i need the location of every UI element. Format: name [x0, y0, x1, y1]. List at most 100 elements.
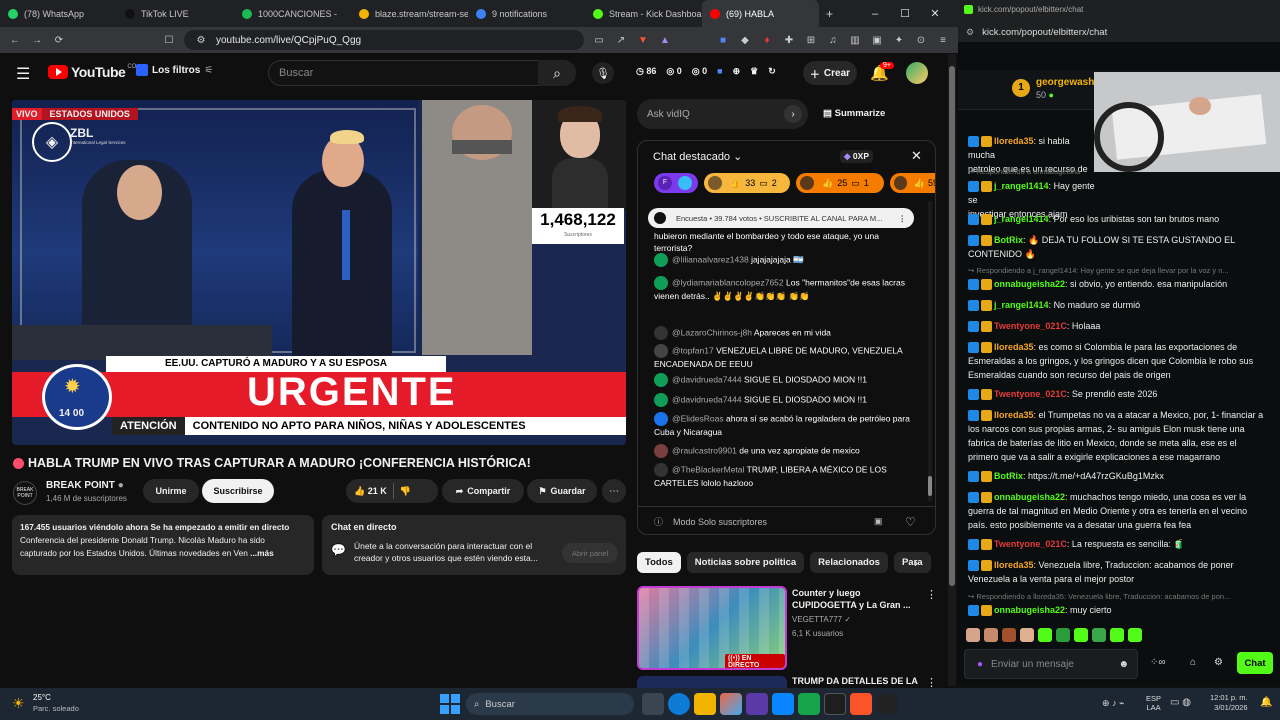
- back-icon[interactable]: ←: [8, 33, 22, 47]
- copilot-icon[interactable]: [720, 693, 742, 715]
- browser-tab[interactable]: blaze.stream/stream-se: [351, 0, 468, 27]
- recommended-title[interactable]: TRUMP DA DETALLES DE LA: [792, 676, 918, 686]
- extension-icon[interactable]: ◆: [738, 33, 752, 47]
- dislike-button[interactable]: 👎: [400, 486, 411, 497]
- superchat-icon[interactable]: ▣: [874, 516, 883, 527]
- show-more-link[interactable]: ...más: [250, 548, 274, 558]
- chat-avatar[interactable]: [654, 253, 668, 267]
- chat-username[interactable]: @lilianaalvarez1438: [672, 254, 749, 264]
- emote-icon[interactable]: [966, 628, 980, 642]
- site-info-icon[interactable]: ⚙: [194, 33, 208, 47]
- wallet-icon[interactable]: ▣: [870, 33, 884, 47]
- kick-settings-icon[interactable]: ⚙: [1214, 657, 1223, 668]
- info-icon[interactable]: ⓘ: [654, 515, 663, 528]
- kick-chat-button[interactable]: Chat: [1237, 652, 1273, 674]
- more-actions-icon[interactable]: ⋯: [602, 479, 626, 503]
- emoji-icon[interactable]: ☻: [1118, 659, 1129, 670]
- close-window-icon[interactable]: ✕: [920, 7, 950, 20]
- obs-icon[interactable]: [876, 693, 898, 715]
- cast-icon[interactable]: ▭: [592, 33, 606, 47]
- video-player[interactable]: 1,468,122 Suscriptores VIVO ESTADOS UNID…: [12, 100, 626, 445]
- kick-mic-icon[interactable]: ●: [977, 659, 983, 670]
- weather-desc[interactable]: Parc. soleado: [33, 704, 79, 713]
- brave-rewards-icon[interactable]: ▲: [658, 33, 672, 47]
- app-icon[interactable]: [772, 693, 794, 715]
- extension-icon[interactable]: ♦: [760, 33, 774, 47]
- emote-icon[interactable]: [1002, 628, 1016, 642]
- vidiq-refresh-icon[interactable]: ↻: [768, 66, 776, 77]
- extensions-puzzle-icon[interactable]: ✚: [782, 33, 796, 47]
- reload-icon[interactable]: ⟳: [52, 33, 66, 47]
- browser-tab[interactable]: Stream - Kick Dashboar: [585, 0, 702, 27]
- emote-icon[interactable]: [1020, 628, 1034, 642]
- chat-scrollbar[interactable]: [928, 201, 932, 501]
- share-icon[interactable]: ↗: [614, 33, 628, 47]
- kick-store-icon[interactable]: ⌂: [1190, 657, 1196, 668]
- extension-icon[interactable]: ⊞: [804, 33, 818, 47]
- poll-banner[interactable]: Encuesta • 39.784 votos • SUSCRIBITE AL …: [648, 208, 914, 228]
- chat-avatar[interactable]: [654, 412, 668, 426]
- kick-username[interactable]: onnabugeisha22: [994, 492, 1065, 502]
- channel-name[interactable]: BREAK POINT ●: [46, 480, 124, 491]
- ticker-chip[interactable]: F: [654, 173, 698, 193]
- ticker-chip[interactable]: 👍 33 ▭ 2: [704, 173, 790, 193]
- top-gifter-name[interactable]: georgewasht: [1036, 77, 1098, 88]
- chat-avatar[interactable]: [654, 276, 668, 290]
- summarize-button[interactable]: ▤ Summarize: [823, 108, 885, 119]
- voice-search-icon[interactable]: 🎙: [592, 62, 614, 84]
- network-icon[interactable]: ▭ ◍: [1170, 697, 1191, 708]
- filter-chip[interactable]: Todos: [637, 552, 681, 573]
- subscribe-button[interactable]: Suscribirse: [202, 479, 274, 503]
- browser-tab[interactable]: 9 notifications: [468, 0, 585, 27]
- account-avatar[interactable]: [906, 62, 928, 84]
- filter-chip[interactable]: Para: [893, 552, 931, 573]
- kick-username[interactable]: onnabugeisha22: [994, 279, 1065, 289]
- recommended-title[interactable]: Counter y luego CUPIDOGETTA y La Gran ..…: [792, 587, 912, 611]
- bookmark-icon[interactable]: ☐: [162, 33, 176, 47]
- vidiq-trophy-icon[interactable]: ♛: [750, 66, 758, 77]
- emote-icon[interactable]: [984, 628, 998, 642]
- kick-username[interactable]: Twentyone_021C: [994, 539, 1067, 549]
- emote-icon[interactable]: [1074, 628, 1088, 642]
- kick-username[interactable]: j_rangel1414: [994, 214, 1049, 224]
- browser-tab[interactable]: (69) HABLA: [702, 0, 819, 27]
- kick-username[interactable]: BotRix: [994, 471, 1023, 481]
- maximize-icon[interactable]: ☐: [890, 7, 920, 20]
- chat-username[interactable]: @davidrueda7444: [672, 374, 742, 384]
- edge-icon[interactable]: [668, 693, 690, 715]
- chat-avatar[interactable]: [654, 444, 668, 458]
- poll-menu-icon[interactable]: ⋮: [899, 214, 907, 223]
- channel-avatar[interactable]: BREAK POINT: [13, 481, 37, 505]
- chat-scrollbar-thumb[interactable]: [928, 476, 932, 496]
- filters-button[interactable]: Los filtros ⚟: [136, 64, 213, 76]
- chat-username[interactable]: @ElidesRoas: [672, 413, 724, 423]
- kick-username[interactable]: lloreda35: [994, 410, 1034, 420]
- weather-temp[interactable]: 25°C: [33, 693, 51, 702]
- minimize-icon[interactable]: –: [860, 8, 890, 20]
- menu-icon[interactable]: ≡: [936, 33, 950, 47]
- kick-username[interactable]: lloreda35: [994, 342, 1034, 352]
- extension-icon[interactable]: ■: [716, 33, 730, 47]
- weather-icon[interactable]: ☀: [12, 695, 25, 712]
- recommended-menu-icon[interactable]: ⋮: [926, 588, 937, 601]
- task-view-icon[interactable]: [642, 693, 664, 715]
- close-chat-icon[interactable]: ✕: [911, 148, 922, 164]
- url-field[interactable]: ⚙ youtube.com/live/QCpjPuQ_Qgg: [184, 30, 584, 50]
- youtube-logo[interactable]: YouTube CO: [48, 64, 136, 80]
- chat-username[interactable]: @topfan17: [672, 345, 714, 355]
- leo-icon[interactable]: ✦: [892, 33, 906, 47]
- ticker-chip[interactable]: 👍59: [890, 173, 935, 193]
- clock[interactable]: 12:01 p. m. 3/01/2026: [1210, 693, 1248, 713]
- chat-avatar[interactable]: [654, 326, 668, 340]
- join-button[interactable]: Unirme: [143, 479, 199, 503]
- kick-gift-icon[interactable]: ⁘∞: [1150, 657, 1166, 668]
- file-explorer-icon[interactable]: [694, 693, 716, 715]
- kick-message-input[interactable]: ● Enviar un mensaje ☻: [964, 649, 1138, 679]
- chat-avatar[interactable]: [654, 463, 668, 477]
- vidiq-icon[interactable]: ■: [717, 66, 722, 77]
- open-panel-button[interactable]: Abrir panel: [562, 543, 618, 563]
- chat-avatar[interactable]: [654, 344, 668, 358]
- kick-username[interactable]: j_rangel1414: [994, 181, 1049, 191]
- hamburger-menu-icon[interactable]: ☰: [16, 64, 30, 84]
- brave-icon[interactable]: [850, 693, 872, 715]
